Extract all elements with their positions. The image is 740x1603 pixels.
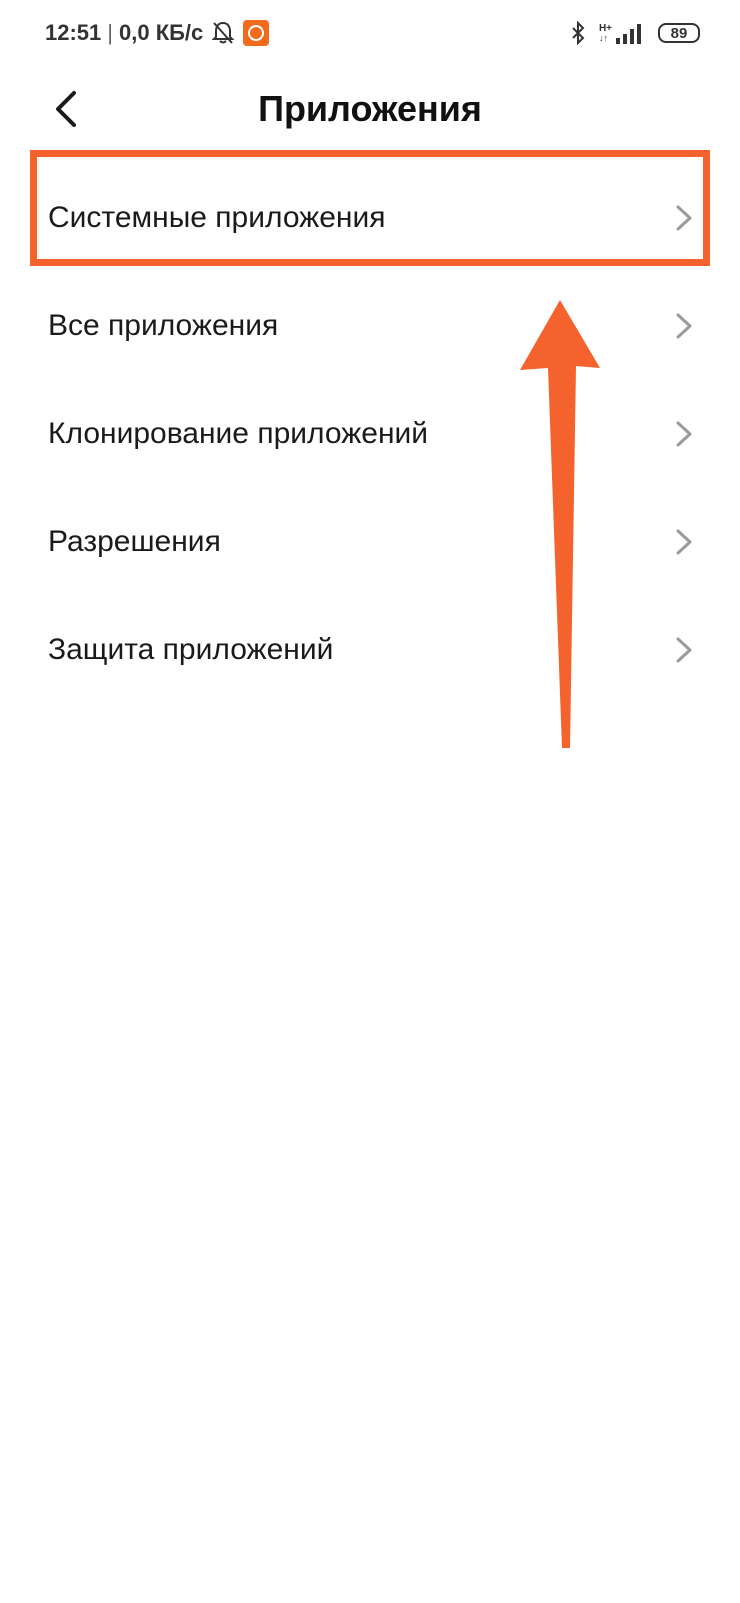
menu-item-label: Защита приложений bbox=[48, 633, 334, 666]
status-bar: 12:51 | 0,0 КБ/с H+ ↓↑ 89 bbox=[0, 0, 740, 66]
network-type-label: H+ bbox=[598, 22, 612, 34]
battery-level: 89 bbox=[670, 24, 688, 42]
data-arrows-icon: ↓↑ bbox=[598, 32, 608, 43]
menu-item-all-apps[interactable]: Все приложения bbox=[0, 272, 740, 380]
status-left: 12:51 | 0,0 КБ/с bbox=[45, 18, 270, 48]
chevron-right-icon bbox=[676, 421, 692, 447]
header: Приложения bbox=[0, 70, 740, 150]
bluetooth-icon bbox=[572, 21, 585, 45]
mi-icon bbox=[243, 20, 270, 46]
status-separator: | bbox=[107, 20, 113, 45]
annotation-arrow-icon bbox=[520, 300, 600, 748]
network-type: H+ ↓↑ bbox=[598, 22, 612, 43]
status-time: 12:51 bbox=[45, 20, 102, 45]
menu-item-label: Все приложения bbox=[48, 309, 279, 342]
menu-item-app-cloning[interactable]: Клонирование приложений bbox=[0, 380, 740, 488]
menu-item-permissions[interactable]: Разрешения bbox=[0, 488, 740, 596]
network-speed: 0,0 КБ/с bbox=[119, 20, 204, 45]
page-title: Приложения bbox=[258, 88, 482, 129]
bell-muted-icon bbox=[211, 21, 235, 44]
menu-item-app-lock[interactable]: Защита приложений bbox=[0, 596, 740, 704]
status-right: H+ ↓↑ 89 bbox=[569, 18, 700, 48]
signal-icon bbox=[616, 24, 641, 44]
menu-item-label: Разрешения bbox=[48, 525, 221, 558]
menu-item-label: Клонирование приложений bbox=[48, 417, 429, 450]
chevron-right-icon bbox=[676, 313, 692, 339]
chevron-right-icon bbox=[676, 637, 692, 663]
battery-icon: 89 bbox=[658, 23, 700, 43]
chevron-right-icon bbox=[676, 529, 692, 555]
annotation-highlight-box bbox=[30, 150, 710, 266]
